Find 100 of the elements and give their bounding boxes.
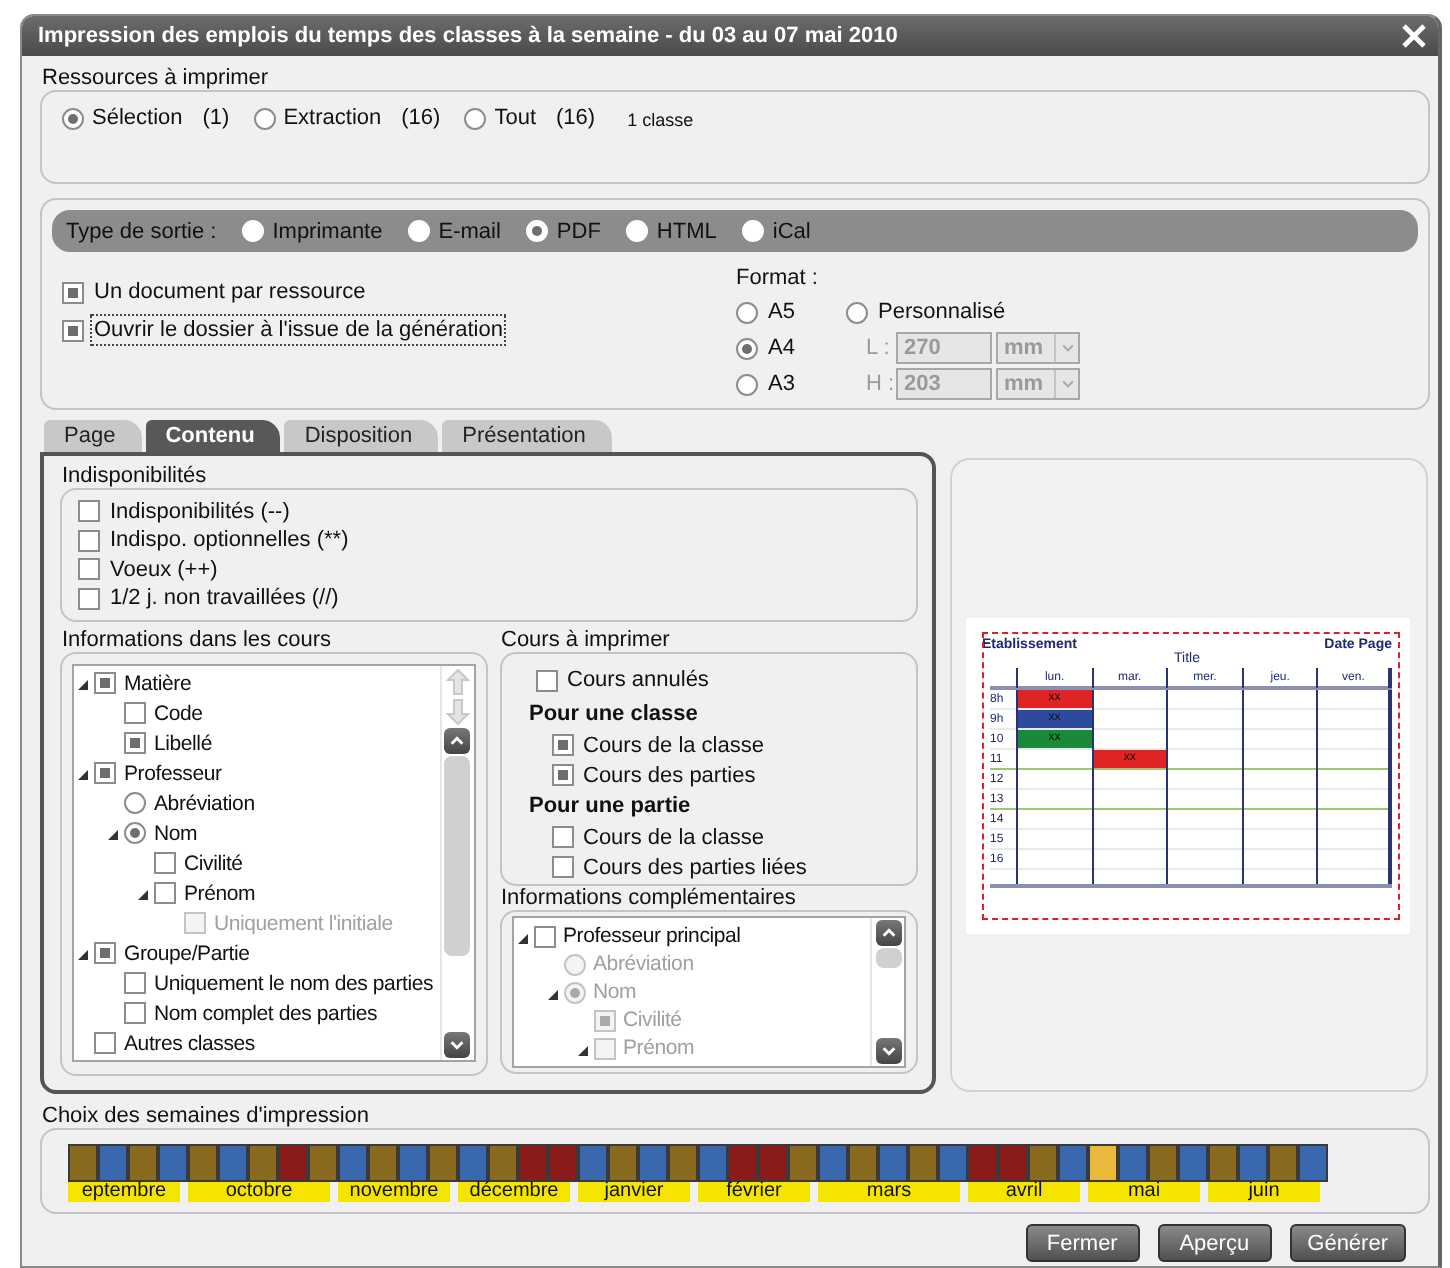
week-cell[interactable] [338, 1144, 368, 1182]
week-cell[interactable] [1298, 1144, 1328, 1182]
radio-button[interactable] [736, 373, 758, 395]
week-cell[interactable] [1148, 1144, 1178, 1182]
week-cell[interactable] [518, 1144, 548, 1182]
week-cell[interactable] [98, 1144, 128, 1182]
week-cell[interactable] [758, 1144, 788, 1182]
week-cell[interactable] [578, 1144, 608, 1182]
checkbox[interactable] [78, 500, 100, 523]
tab[interactable]: Disposition [284, 420, 439, 452]
option-label[interactable]: Cours des parties [583, 763, 756, 787]
option-label[interactable]: A3 [768, 372, 795, 396]
checkbox[interactable] [62, 281, 84, 303]
week-cell[interactable] [968, 1144, 998, 1182]
option-label[interactable]: Cours annulés [567, 668, 709, 692]
dialog-button[interactable]: Fermer [1025, 1224, 1140, 1262]
checkbox[interactable] [124, 972, 146, 994]
tree-item-label[interactable]: Professeur [124, 761, 222, 785]
week-cell[interactable] [998, 1144, 1028, 1182]
checkbox[interactable] [78, 587, 100, 610]
week-cell[interactable] [248, 1144, 278, 1182]
option-label[interactable]: 1/2 j. non travaillées (//) [110, 586, 339, 611]
checkbox[interactable] [78, 558, 100, 581]
tree-item-label[interactable]: Nom [154, 821, 198, 845]
radio-button[interactable] [124, 792, 146, 814]
option-label[interactable]: HTML [656, 219, 717, 243]
week-cell[interactable] [668, 1144, 698, 1182]
tree-item-label[interactable]: Autres classes [124, 1031, 255, 1055]
week-cell[interactable] [608, 1144, 638, 1182]
radio-button[interactable] [124, 822, 146, 844]
tree-item-label[interactable]: Code [154, 701, 203, 725]
week-cell[interactable] [1178, 1144, 1208, 1182]
option-label[interactable]: E-mail [438, 219, 501, 243]
scroll-up-button[interactable] [875, 920, 901, 946]
week-cell[interactable] [818, 1144, 848, 1182]
checkbox[interactable] [62, 319, 84, 341]
radio-button[interactable] [464, 107, 487, 129]
week-cell[interactable] [308, 1144, 338, 1182]
checkbox[interactable] [533, 925, 555, 947]
scroll-up-button[interactable] [444, 728, 470, 754]
scrollbar-thumb[interactable] [444, 756, 470, 956]
week-cell[interactable] [1058, 1144, 1088, 1182]
option-label[interactable]: Indisponibilités (--) [110, 499, 290, 524]
radio-button[interactable] [62, 107, 84, 129]
week-cell[interactable] [68, 1144, 98, 1182]
option-label[interactable]: iCal [772, 219, 811, 243]
week-cell[interactable] [1088, 1144, 1118, 1182]
tree-item-label[interactable]: Matière [124, 671, 192, 695]
tab[interactable]: Page [44, 420, 142, 452]
radio-button[interactable] [736, 301, 758, 323]
week-cell[interactable] [278, 1144, 308, 1182]
checkbox[interactable] [94, 1032, 116, 1054]
week-cell[interactable] [218, 1144, 248, 1182]
week-cell[interactable] [548, 1144, 578, 1182]
radio-button[interactable] [253, 107, 276, 129]
week-cell[interactable] [1118, 1144, 1148, 1182]
checkbox[interactable] [78, 529, 100, 552]
checkbox[interactable] [154, 852, 176, 874]
checkbox[interactable] [551, 826, 573, 848]
week-cell[interactable] [1028, 1144, 1058, 1182]
tree-item-label[interactable]: Groupe/Partie [124, 941, 250, 965]
option-label[interactable]: Cours des parties liées [583, 855, 807, 879]
checkbox[interactable] [535, 669, 557, 691]
radio-button[interactable] [846, 301, 868, 323]
option-label[interactable]: Tout [494, 106, 536, 130]
tab[interactable]: Présentation [442, 420, 612, 452]
week-cell[interactable] [1268, 1144, 1298, 1182]
option-label[interactable]: Imprimante [272, 219, 383, 243]
option-label[interactable]: A4 [768, 336, 795, 360]
checkbox[interactable] [94, 672, 116, 694]
dialog-button[interactable]: Générer [1289, 1224, 1406, 1262]
checkbox[interactable] [124, 732, 146, 754]
week-cell[interactable] [1208, 1144, 1238, 1182]
option-label[interactable]: Cours de la classe [583, 825, 764, 849]
tree-item-label[interactable]: Prénom [184, 881, 256, 905]
tree-item-label[interactable]: Nom complet des parties [154, 1001, 378, 1025]
week-cell[interactable] [728, 1144, 758, 1182]
option-label[interactable]: Cours de la classe [583, 733, 764, 757]
checkbox[interactable] [94, 762, 116, 784]
week-cell[interactable] [188, 1144, 218, 1182]
week-cell[interactable] [488, 1144, 518, 1182]
option-label[interactable]: A5 [768, 300, 795, 324]
tab[interactable]: Contenu [145, 420, 281, 452]
week-cell[interactable] [428, 1144, 458, 1182]
checkbox[interactable] [94, 942, 116, 964]
week-cell[interactable] [698, 1144, 728, 1182]
week-cell[interactable] [398, 1144, 428, 1182]
week-cell[interactable] [158, 1144, 188, 1182]
week-cell[interactable] [638, 1144, 668, 1182]
checkbox[interactable] [124, 1002, 146, 1024]
week-cell[interactable] [908, 1144, 938, 1182]
option-label[interactable]: PDF [556, 219, 601, 243]
checkbox[interactable] [551, 764, 573, 786]
option-label[interactable]: Un document par ressource [94, 280, 366, 304]
week-cell[interactable] [368, 1144, 398, 1182]
scroll-down-button[interactable] [875, 1038, 901, 1064]
week-cell[interactable] [128, 1144, 158, 1182]
option-label[interactable]: Ouvrir le dossier à l'issue de la génération [94, 318, 503, 342]
option-label[interactable]: Extraction [283, 106, 382, 130]
checkbox[interactable] [551, 856, 573, 878]
